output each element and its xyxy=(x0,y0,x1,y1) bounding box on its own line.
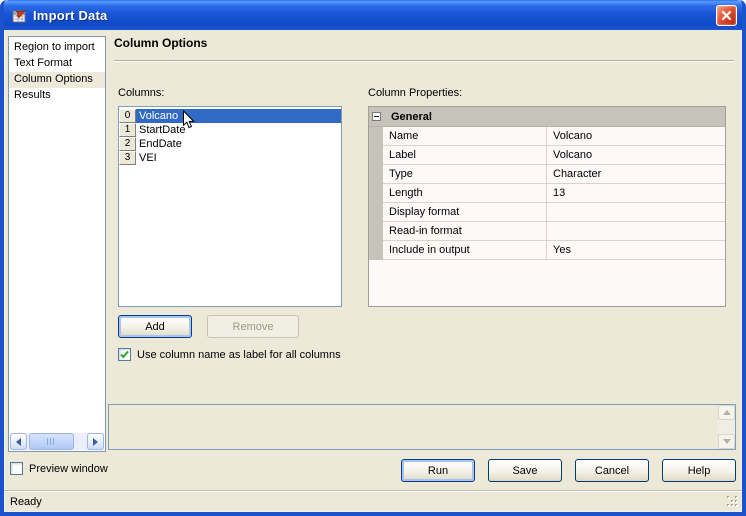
property-gutter xyxy=(369,146,383,165)
checkbox-unchecked-icon[interactable] xyxy=(10,462,23,475)
checkbox-checked-icon[interactable] xyxy=(118,348,131,361)
property-group-header[interactable]: General xyxy=(369,107,725,127)
property-name[interactable]: Name xyxy=(383,127,547,146)
sidebar-item-column-options[interactable]: Column Options xyxy=(9,72,105,88)
preview-window-checkbox-row[interactable]: Preview window xyxy=(10,462,108,475)
import-data-dialog: Import Data Region to import Text Format… xyxy=(0,0,746,516)
column-list-item[interactable]: 1 StartDate xyxy=(119,123,341,137)
help-button[interactable]: Help xyxy=(662,459,736,482)
chevron-up-icon xyxy=(722,410,731,415)
chevron-left-icon xyxy=(16,437,21,446)
close-x-icon xyxy=(721,10,732,20)
column-index-cell[interactable]: 0 xyxy=(119,109,136,123)
column-list-item[interactable]: 0 Volcano xyxy=(119,109,341,123)
use-column-name-checkbox-row[interactable]: Use column name as label for all columns xyxy=(118,348,341,361)
column-list-item[interactable]: 3 VEI xyxy=(119,151,341,165)
dialog-action-buttons: Run Save Cancel Help xyxy=(401,459,736,482)
sidebar-item-text-format[interactable]: Text Format xyxy=(9,56,105,72)
scrollbar-track[interactable] xyxy=(28,433,86,450)
property-gutter xyxy=(369,241,383,260)
minus-collapse-icon[interactable] xyxy=(372,112,381,121)
status-bar: Ready xyxy=(4,490,742,512)
scroll-down-button[interactable] xyxy=(718,434,735,449)
column-name-cell[interactable]: VEI xyxy=(136,151,341,165)
status-text: Ready xyxy=(10,495,42,508)
column-name-cell[interactable]: StartDate xyxy=(136,123,341,137)
column-index-cell[interactable]: 3 xyxy=(119,151,136,165)
heading-separator xyxy=(114,60,734,62)
message-preview-box[interactable] xyxy=(108,404,736,450)
scroll-right-button[interactable] xyxy=(87,433,104,450)
property-value[interactable]: Yes xyxy=(547,241,725,260)
sidebar-horizontal-scrollbar xyxy=(10,433,104,450)
import-data-app-icon xyxy=(11,7,27,23)
message-box-vertical-scrollbar xyxy=(718,405,735,449)
arrow-cursor xyxy=(182,109,196,133)
property-name[interactable]: Length xyxy=(383,184,547,203)
page-title: Column Options xyxy=(114,36,208,50)
column-name-cell[interactable]: EndDate xyxy=(136,137,341,151)
scroll-left-button[interactable] xyxy=(10,433,27,450)
property-name[interactable]: Display format xyxy=(383,203,547,222)
column-properties-grid: General Name Volcano Label Volcano Type … xyxy=(368,106,726,307)
wizard-step-list: Region to import Text Format Column Opti… xyxy=(8,36,106,452)
preview-window-checkbox-label: Preview window xyxy=(29,462,108,475)
property-value[interactable]: Volcano xyxy=(547,127,725,146)
property-gutter xyxy=(369,222,383,241)
use-column-name-checkbox-label: Use column name as label for all columns xyxy=(137,348,341,361)
column-list-item[interactable]: 2 EndDate xyxy=(119,137,341,151)
save-button[interactable]: Save xyxy=(488,459,562,482)
property-row: Display format xyxy=(369,203,725,222)
property-value[interactable] xyxy=(547,203,725,222)
chevron-right-icon xyxy=(93,437,98,446)
property-name[interactable]: Type xyxy=(383,165,547,184)
columns-listbox[interactable]: 0 Volcano 1 StartDate 2 EndDate 3 VEI xyxy=(118,106,342,307)
chevron-down-icon xyxy=(722,439,731,444)
column-index-cell[interactable]: 2 xyxy=(119,137,136,151)
property-row: Label Volcano xyxy=(369,146,725,165)
property-row: Name Volcano xyxy=(369,127,725,146)
property-gutter xyxy=(369,165,383,184)
titlebar[interactable]: Import Data xyxy=(4,0,742,30)
property-name[interactable]: Read-in format xyxy=(383,222,547,241)
scroll-up-button[interactable] xyxy=(718,405,735,420)
grip-lines-icon xyxy=(47,438,57,445)
columns-label: Columns: xyxy=(118,87,165,99)
property-name[interactable]: Include in output xyxy=(383,241,547,260)
resize-grip[interactable] xyxy=(727,496,740,509)
remove-button[interactable]: Remove xyxy=(207,315,299,338)
property-name[interactable]: Label xyxy=(383,146,547,165)
property-row: Include in output Yes xyxy=(369,241,725,260)
property-group-label: General xyxy=(391,110,432,123)
property-row: Type Character xyxy=(369,165,725,184)
column-name-cell[interactable]: Volcano xyxy=(136,109,341,123)
property-gutter xyxy=(369,203,383,222)
property-row: Length 13 xyxy=(369,184,725,203)
property-value[interactable] xyxy=(547,222,725,241)
property-value[interactable]: Character xyxy=(547,165,725,184)
column-index-cell[interactable]: 1 xyxy=(119,123,136,137)
cancel-button[interactable]: Cancel xyxy=(575,459,649,482)
property-gutter xyxy=(369,127,383,146)
sidebar-item-region-to-import[interactable]: Region to import xyxy=(9,40,105,56)
property-value[interactable]: 13 xyxy=(547,184,725,203)
add-button[interactable]: Add xyxy=(118,315,192,338)
property-gutter xyxy=(369,184,383,203)
window-title: Import Data xyxy=(33,7,108,23)
column-properties-label: Column Properties: xyxy=(368,87,463,99)
run-button[interactable]: Run xyxy=(401,459,475,482)
property-value[interactable]: Volcano xyxy=(547,146,725,165)
property-row: Read-in format xyxy=(369,222,725,241)
close-button[interactable] xyxy=(716,4,737,26)
scrollbar-thumb[interactable] xyxy=(29,433,75,450)
sidebar-item-results[interactable]: Results xyxy=(9,88,105,104)
